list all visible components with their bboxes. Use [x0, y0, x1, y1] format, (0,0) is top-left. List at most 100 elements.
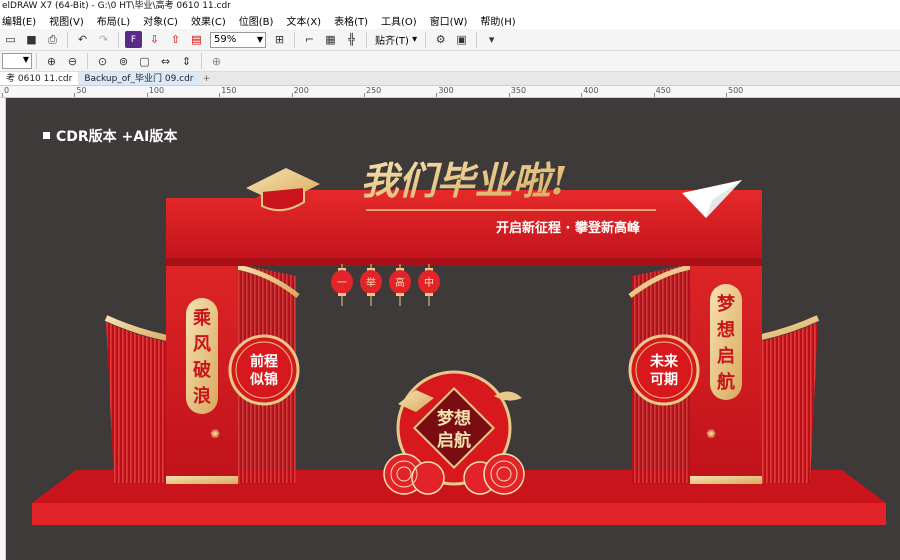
zoom-selected-icon[interactable]: ⊙: [94, 53, 111, 70]
slogan-char: 浪: [193, 385, 211, 407]
zoom-page-icon[interactable]: ▢: [136, 53, 153, 70]
zoom-level-select[interactable]: 59% ▼: [210, 31, 266, 48]
svg-text:似锦: 似锦: [249, 371, 278, 388]
spark-icon: ✺: [706, 427, 716, 441]
zoom-all-icon[interactable]: ⊚: [115, 53, 132, 70]
toolbar-separator: [476, 31, 478, 48]
zoom-height-icon[interactable]: ⇕: [178, 53, 195, 70]
ruler-label: 200: [293, 86, 309, 95]
ruler-tick: [508, 93, 510, 97]
ruler-tick: [2, 93, 3, 97]
svg-text:可期: 可期: [650, 372, 678, 388]
spark-icon: ✺: [210, 427, 220, 441]
menu-item[interactable]: 帮助(H): [480, 13, 524, 28]
menu-bar: 编辑(E) 视图(V) 布局(L) 对象(C) 效果(C) 位图(B) 文本(X) 表格(T)…: [0, 12, 900, 29]
slogan-char: 乘: [192, 308, 211, 329]
svg-text:前程: 前程: [250, 353, 278, 370]
ruler-tick: [74, 93, 76, 97]
zoom-in-icon[interactable]: ⊕: [43, 53, 60, 70]
lantern-char: 一: [337, 278, 347, 289]
import-icon[interactable]: ⇩: [146, 31, 163, 48]
lantern: 中: [418, 264, 440, 306]
app-launcher-icon[interactable]: ▣: [453, 31, 470, 48]
toolbar-separator: [87, 53, 88, 69]
menu-item[interactable]: 对象(C): [143, 13, 187, 28]
slogan-char: 风: [193, 334, 211, 355]
add-tab-icon[interactable]: +: [200, 72, 214, 85]
ruler-label: 150: [221, 86, 237, 95]
slogan-char: 启: [717, 345, 735, 367]
menu-item[interactable]: 工具(O): [381, 13, 426, 28]
publish-pdf-icon[interactable]: ▤: [188, 31, 205, 48]
toolbar-separator: [67, 31, 68, 48]
menu-item[interactable]: 位图(B): [239, 13, 283, 28]
launch-icon[interactable]: ▾: [483, 31, 500, 48]
fullscreen-icon[interactable]: ⊞: [271, 31, 288, 48]
menu-item[interactable]: 布局(L): [97, 13, 139, 28]
tab-document-1[interactable]: 考 0610 11.cdr: [0, 72, 79, 85]
ruler-tick: [146, 93, 148, 97]
left-curtain: [106, 322, 176, 483]
left-medallion: 前程 似锦: [228, 334, 300, 406]
print-icon[interactable]: ⎙: [44, 31, 61, 48]
left-pillar-base: [166, 476, 238, 484]
guides-icon[interactable]: ╬: [343, 31, 360, 48]
drawing-canvas[interactable]: CDR版本 +AI版本 我们毕业啦! 开启新征程 · 攀登新高峰 一 举 高 中…: [6, 98, 900, 560]
menu-item[interactable]: 视图(V): [49, 13, 93, 28]
export-icon[interactable]: ⇧: [167, 31, 184, 48]
page-size-select[interactable]: ▼: [2, 53, 32, 69]
slogan-char: 破: [193, 359, 211, 381]
rulers-icon[interactable]: ⌐: [301, 31, 318, 48]
new-icon[interactable]: ▭: [2, 31, 19, 48]
svg-text:启航: 启航: [437, 430, 471, 451]
options-icon[interactable]: ⚙: [432, 31, 449, 48]
lantern-char: 中: [424, 276, 434, 289]
menu-item[interactable]: 效果(C): [191, 13, 235, 28]
ruler-label: 50: [76, 86, 87, 95]
ruler-tick: [291, 93, 293, 97]
ruler-label: 300: [438, 86, 454, 95]
ruler-label: 500: [728, 86, 744, 95]
ruler-label: 450: [655, 86, 671, 95]
ruler-tick: [653, 93, 655, 97]
undo-icon[interactable]: ↶: [74, 31, 91, 48]
menu-item[interactable]: 表格(T): [334, 13, 377, 28]
horizontal-ruler[interactable]: 0 50 100 150 200 250 300 350 400 450 500: [0, 86, 900, 98]
save-icon[interactable]: ■: [23, 31, 40, 48]
right-medallion: 未来 可期: [628, 334, 700, 406]
right-pillar-base: [690, 476, 762, 484]
window-title: elDRAW X7 (64-Bit) - G:\0 HT\毕业\高考 0610 …: [0, 0, 900, 12]
toolbar-separator: [201, 53, 202, 69]
menu-item[interactable]: 文本(X): [286, 13, 330, 28]
snap-to-dropdown[interactable]: 贴齐(T) ▾: [371, 32, 421, 47]
ruler-label: 250: [366, 86, 382, 95]
graduation-arch-artwork[interactable]: 我们毕业啦! 开启新征程 · 攀登新高峰 一举高中 乘风破浪 梦想启航 前程 似…: [6, 98, 900, 560]
subline-text: 开启新征程 · 攀登新高峰: [496, 220, 641, 236]
lantern-char: 高: [395, 276, 405, 289]
stage-front: [32, 503, 886, 525]
ruler-tick: [364, 93, 365, 97]
ruler-label: 350: [510, 86, 527, 95]
redo-icon[interactable]: ↷: [95, 31, 112, 48]
ruler-tick: [436, 93, 438, 97]
center-emblem: 梦想 启航: [383, 370, 525, 495]
zoom-width-icon[interactable]: ⇔: [157, 53, 174, 70]
grid-icon[interactable]: ▦: [322, 31, 339, 48]
lantern: 举: [360, 264, 382, 306]
ruler-tick: [219, 93, 221, 97]
menu-item[interactable]: 窗口(W): [430, 13, 477, 28]
search-content-icon[interactable]: F: [125, 31, 142, 48]
property-bar: ▼ ⊕ ⊖ ⊙ ⊚ ▢ ⇔ ⇕ ⊕: [0, 51, 900, 72]
lantern-row: 一 举高 中: [331, 264, 440, 306]
zoom-out-icon[interactable]: ⊖: [64, 53, 81, 70]
add-icon[interactable]: ⊕: [208, 53, 225, 70]
toolbar-separator: [36, 53, 37, 69]
menu-item[interactable]: 编辑(E): [0, 13, 45, 28]
toolbar-separator: [366, 31, 367, 48]
ruler-tick: [581, 93, 583, 97]
beam-underside: [166, 258, 762, 266]
tab-document-2[interactable]: Backup_of_毕业门 09.cdr: [78, 72, 200, 85]
toolbar-separator: [425, 31, 427, 48]
headline-text: 我们毕业啦!: [361, 158, 568, 203]
document-tabs: 考 0610 11.cdr Backup_of_毕业门 09.cdr +: [0, 72, 900, 86]
